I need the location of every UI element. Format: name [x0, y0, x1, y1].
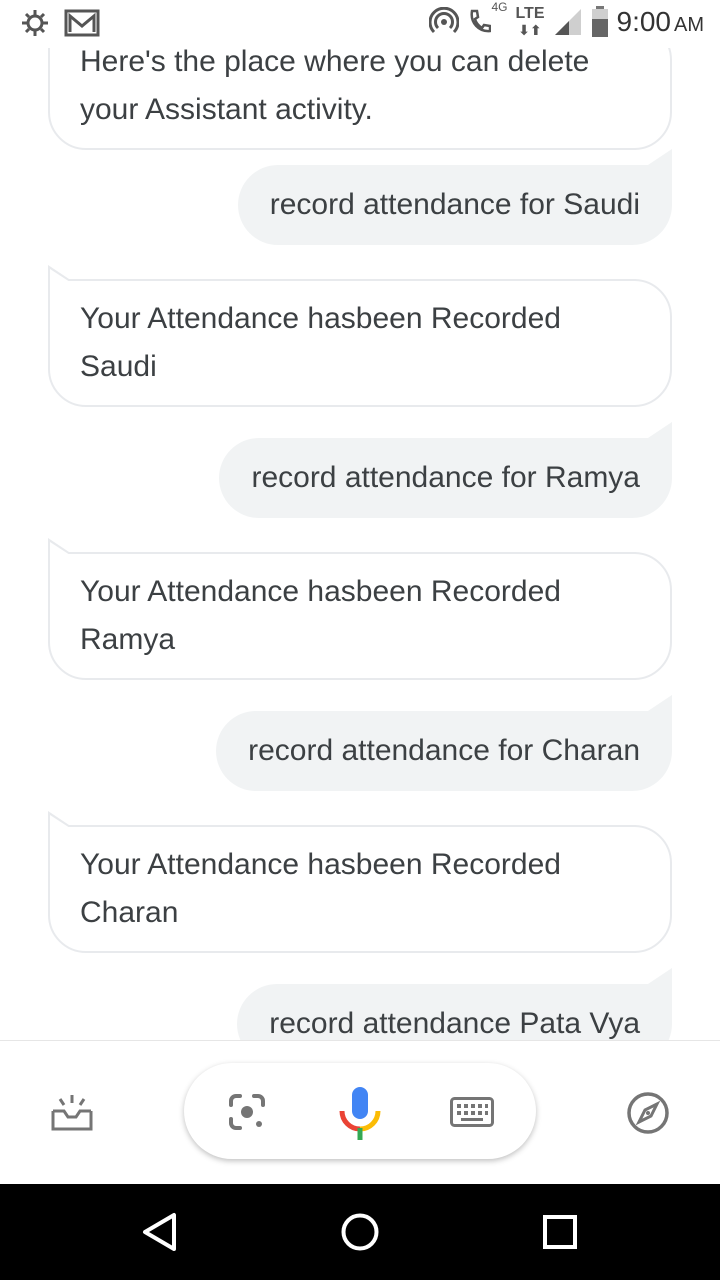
- message-text: record attendance for Charan: [248, 734, 640, 767]
- user-message[interactable]: record attendance Pata Vya: [237, 968, 672, 1040]
- compass-icon[interactable]: [626, 1091, 670, 1135]
- signal-icon: [554, 9, 581, 35]
- back-triangle-icon[interactable]: [140, 1212, 180, 1252]
- data-arrows-icon: ⬇⬆: [518, 22, 542, 38]
- time-text: 9:00: [616, 6, 672, 37]
- keyboard-icon[interactable]: [450, 1097, 494, 1127]
- message-text: record attendance for Saudi: [269, 188, 640, 221]
- snapshot-tray-icon[interactable]: [50, 1093, 94, 1133]
- message-text: record attendance Pata Vya: [269, 1007, 640, 1040]
- assistant-input-pill: [184, 1063, 536, 1159]
- recents-square-icon[interactable]: [542, 1214, 578, 1250]
- network-type-label: LTE: [515, 5, 545, 22]
- message-text: record attendance for Ramya: [251, 461, 640, 494]
- battery-icon: [591, 6, 608, 37]
- user-message[interactable]: record attendance for Charan: [216, 695, 672, 791]
- message-text: Your Attendance hasbeen Recorded Charan: [80, 848, 561, 929]
- message-text: Here's the place where you can delete yo…: [80, 45, 590, 126]
- gear-badge-icon: [22, 10, 48, 36]
- home-circle-icon[interactable]: [340, 1212, 380, 1252]
- message-text: Your Attendance hasbeen Recorded Ramya: [80, 575, 561, 656]
- time-ampm: AM: [674, 14, 704, 36]
- clock: 9:00 AM: [617, 6, 705, 38]
- lte-indicator: LTE ⬇⬆: [515, 5, 545, 39]
- system-navigation-bar: [0, 1184, 720, 1280]
- gmail-icon: [64, 9, 100, 37]
- call-network-tag: 4G: [491, 0, 508, 14]
- status-bar: 4G LTE ⬇⬆ 9:00 AM: [0, 0, 720, 48]
- user-message[interactable]: record attendance for Saudi: [237, 149, 673, 245]
- assistant-message: Your Attendance hasbeen Recorded Saudi: [48, 265, 672, 407]
- conversation-area[interactable]: Here's the place where you can delete yo…: [0, 0, 720, 1040]
- google-lens-icon[interactable]: [228, 1093, 266, 1131]
- user-message[interactable]: record attendance for Ramya: [219, 422, 672, 518]
- assistant-message: Your Attendance hasbeen Recorded Charan: [48, 811, 672, 953]
- assistant-message: Your Attendance hasbeen Recorded Ramya: [48, 538, 672, 680]
- hotspot-icon: [429, 7, 460, 34]
- microphone-icon[interactable]: [338, 1085, 382, 1141]
- assistant-bottom-bar: [0, 1040, 720, 1185]
- message-text: Your Attendance hasbeen Recorded Saudi: [80, 302, 561, 383]
- call-icon: [470, 9, 492, 33]
